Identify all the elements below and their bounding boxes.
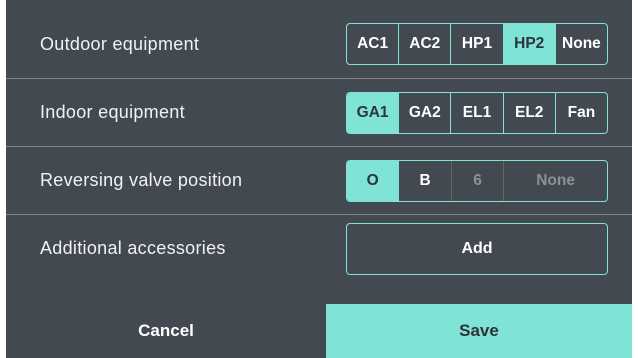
outdoor-option-ac2[interactable]: AC2 xyxy=(399,24,452,64)
valve-option-none: None xyxy=(536,171,575,189)
add-accessory-button[interactable]: Add xyxy=(346,222,608,275)
indoor-option-fan[interactable]: Fan xyxy=(556,93,607,133)
indoor-option-ga1[interactable]: GA1 xyxy=(347,92,400,133)
valve-option-o[interactable]: O xyxy=(347,160,400,201)
outdoor-equipment-label: Outdoor equipment xyxy=(40,33,200,54)
outdoor-equipment-row: Outdoor equipment AC1 AC2 HP1 HP2 None xyxy=(6,10,632,78)
save-button[interactable]: Save xyxy=(326,304,632,358)
reversing-valve-selector: O B 6 None xyxy=(346,159,608,202)
indoor-option-el1[interactable]: EL1 xyxy=(451,92,504,133)
indoor-equipment-label: Indoor equipment xyxy=(40,102,185,122)
additional-accessories-label: Additional accessories xyxy=(40,238,226,258)
valve-option-b[interactable]: B xyxy=(399,160,452,201)
indoor-equipment-selector: GA1 GA2 EL1 EL2 Fan xyxy=(346,91,608,134)
valve-option-6: 6 xyxy=(452,160,505,201)
footer-actions: Cancel Save xyxy=(6,304,632,358)
outdoor-option-none[interactable]: None xyxy=(556,24,607,64)
outdoor-option-hp1[interactable]: HP1 xyxy=(451,24,504,64)
additional-accessories-row: Additional accessories Add xyxy=(6,214,632,282)
cancel-button[interactable]: Cancel xyxy=(6,304,326,358)
outdoor-option-ac1[interactable]: AC1 xyxy=(347,24,400,64)
outdoor-option-hp2[interactable]: HP2 xyxy=(503,24,556,64)
indoor-option-el2[interactable]: EL2 xyxy=(504,92,556,133)
reversing-valve-label: Reversing valve position xyxy=(40,170,243,190)
outdoor-equipment-selector: AC1 AC2 HP1 HP2 None xyxy=(346,23,608,65)
indoor-option-ga2[interactable]: GA2 xyxy=(399,92,452,133)
indoor-equipment-row: Indoor equipment GA1 GA2 EL1 EL2 Fan xyxy=(6,78,632,146)
equipment-settings-screen: Outdoor equipment AC1 AC2 HP1 HP2 None I… xyxy=(6,0,632,358)
reversing-valve-row: Reversing valve position O B 6 None xyxy=(6,146,632,214)
